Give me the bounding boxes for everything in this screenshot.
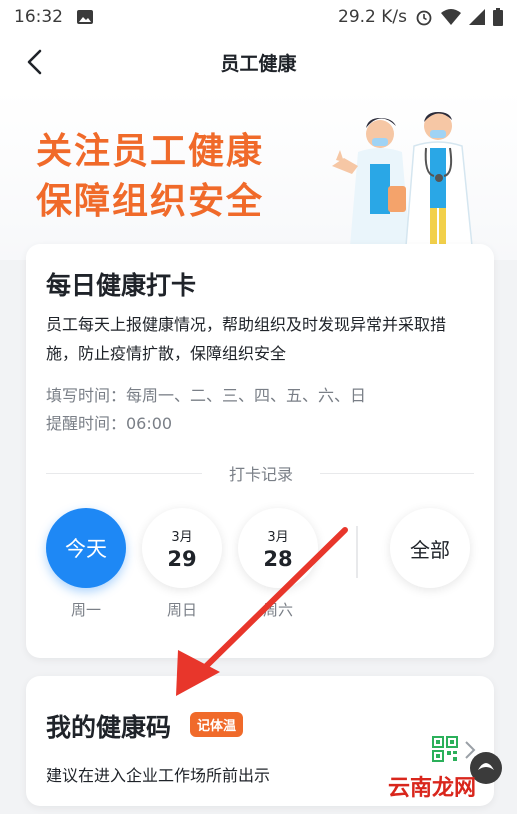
all-records-label: 全部 [410, 537, 450, 562]
weekday-label: 周一 [70, 601, 101, 619]
checkin-title: 每日健康打卡 [46, 271, 197, 300]
day-month: 3月 [267, 529, 289, 545]
health-code-description: 建议在进入企业工作场所前出示 [46, 766, 271, 785]
banner-slogan-line2: 保障组织安全 [36, 181, 265, 222]
nav-bar: 员工健康 [0, 34, 517, 90]
record-temperature-tag[interactable]: 记体温 [190, 712, 244, 737]
day-date: 29 [167, 546, 197, 571]
cell-signal-icon [469, 9, 485, 25]
image-icon [77, 10, 93, 24]
weekday-label: 周六 [262, 601, 293, 619]
day-mar-28[interactable]: 3月 28 [238, 508, 318, 588]
watermark-text: 云南龙网 [388, 776, 477, 801]
records-label: 打卡记录 [202, 461, 320, 485]
day-month: 3月 [171, 529, 193, 545]
chevron-left-icon[interactable] [22, 48, 48, 76]
all-records-button[interactable]: 全部 [390, 508, 470, 588]
fill-time: 填写时间：每周一、二、三、四、五、六、日 [46, 386, 367, 405]
day-today[interactable]: 今天 [46, 508, 126, 588]
checkin-description: 员工每天上报健康情况，帮助组织及时发现异常并采取措施，防止疫情扩散，保障组织安全 [46, 315, 447, 363]
qr-code-icon[interactable] [432, 736, 458, 762]
health-code-title: 我的健康码 [46, 713, 172, 742]
remind-time: 提醒时间：06:00 [46, 414, 173, 433]
status-bar: 16:32 29.2 K/s [0, 0, 517, 34]
alarm-icon [416, 10, 432, 26]
status-time: 16:32 [14, 7, 63, 27]
daily-checkin-card[interactable]: 每日健康打卡 员工每天上报健康情况，帮助组织及时发现异常并采取措施，防止疫情扩散… [26, 244, 494, 658]
doctors-illustration [332, 112, 473, 246]
day-today-label: 今天 [65, 537, 107, 561]
day-mar-29[interactable]: 3月 29 [142, 508, 222, 588]
wifi-icon [441, 9, 461, 25]
page-title: 员工健康 [220, 52, 297, 75]
banner-slogan-line1: 关注员工健康 [36, 131, 265, 172]
battery-icon [493, 8, 503, 26]
day-date: 28 [263, 546, 293, 571]
network-speed: 29.2 K/s [338, 7, 407, 27]
weekday-label: 周日 [166, 601, 197, 619]
records-separator [356, 526, 358, 578]
